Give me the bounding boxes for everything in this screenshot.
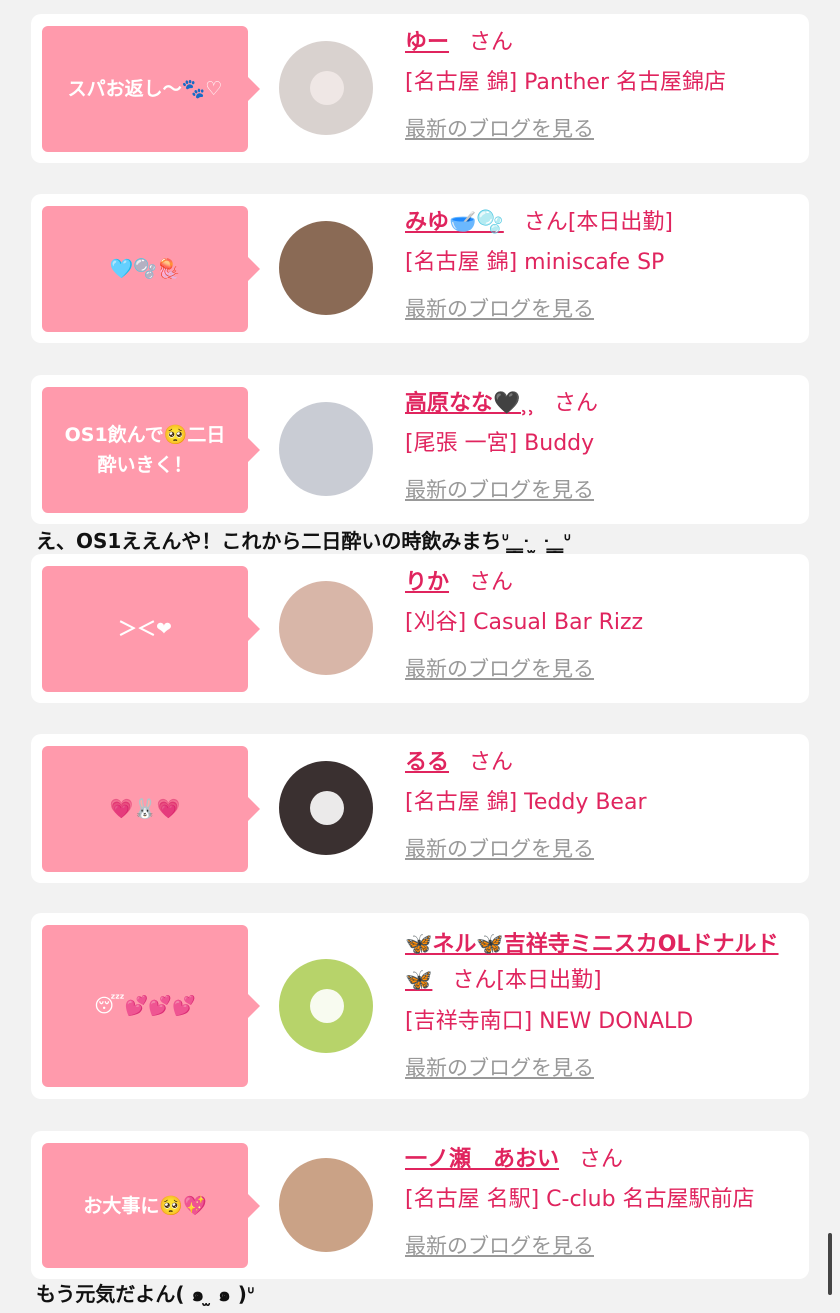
name-line: りか さん bbox=[405, 568, 795, 598]
name-line: るる さん bbox=[405, 748, 795, 778]
cast-name-link[interactable]: りか bbox=[405, 570, 449, 595]
shop-name: [名古屋 名駅] C-club 名古屋駅前店 bbox=[405, 1187, 755, 1212]
message-bubble: スパお返し〜🐾♡ bbox=[42, 26, 260, 152]
cast-name-link[interactable]: みゆ🥣🫧 bbox=[405, 210, 504, 235]
cast-name-link[interactable]: るる bbox=[405, 750, 449, 775]
name-line: 高原なな🖤⸒⸒ さん bbox=[405, 389, 795, 419]
recommend-card: 😴💕💕💕 🦋ネル🦋吉祥寺ミニスカOLドナルド🦋 さん[本日出勤] [吉祥寺南口] … bbox=[31, 913, 809, 1099]
blog-link[interactable]: 最新のブログを見る bbox=[405, 654, 594, 684]
shop-name: [名古屋 錦] Teddy Bear bbox=[405, 790, 647, 815]
recommend-card: スパお返し〜🐾♡ ゆー さん [名古屋 錦] Panther 名古屋錦店 最新のブ… bbox=[31, 14, 809, 163]
cast-name-link[interactable]: 高原なな🖤⸒⸒ bbox=[405, 391, 534, 416]
blog-link[interactable]: 最新のブログを見る bbox=[405, 114, 594, 144]
name-line: 🦋ネル🦋吉祥寺ミニスカOLドナルド🦋 さん[本日出勤] bbox=[405, 927, 785, 999]
recommend-card: 💗🐰💗 るる さん [名古屋 錦] Teddy Bear 最新のブログを見る bbox=[31, 734, 809, 883]
recommend-card: 🩵🫧🪼 みゆ🥣🫧 さん[本日出勤] [名古屋 錦] miniscafe SP 最新… bbox=[31, 194, 809, 343]
recommend-card: OS1飲んで🥺二日 酔いきく！ 高原なな🖤⸒⸒ さん [尾張 一宮] Buddy … bbox=[31, 375, 809, 524]
heart-sticker bbox=[310, 989, 344, 1023]
cast-info: 高原なな🖤⸒⸒ さん [尾張 一宮] Buddy 最新のブログを見る bbox=[405, 389, 795, 505]
face-blur bbox=[310, 71, 344, 105]
blog-link[interactable]: 最新のブログを見る bbox=[405, 834, 594, 864]
shop-name: [尾張 一宮] Buddy bbox=[405, 431, 595, 456]
honorific: さん bbox=[579, 1147, 624, 1172]
name-line: みゆ🥣🫧 さん[本日出勤] bbox=[405, 208, 795, 238]
blog-link[interactable]: 最新のブログを見る bbox=[405, 1231, 594, 1261]
message-bubble: 😴💕💕💕 bbox=[42, 925, 260, 1087]
avatar[interactable] bbox=[279, 1158, 373, 1252]
message-bubble: 💗🐰💗 bbox=[42, 746, 260, 872]
avatar[interactable] bbox=[279, 221, 373, 315]
message-bubble: ＞＜❤ bbox=[42, 566, 260, 692]
honorific: さん bbox=[554, 391, 599, 416]
recommend-card: お大事に🥺💖 一ノ瀬 あおい さん [名古屋 名駅] C-club 名古屋駅前店 … bbox=[31, 1131, 809, 1279]
status-label: [本日出勤] bbox=[567, 210, 673, 235]
cast-name-link[interactable]: ゆー bbox=[405, 30, 449, 55]
cast-info: みゆ🥣🫧 さん[本日出勤] [名古屋 錦] miniscafe SP 最新のブログ… bbox=[405, 208, 795, 324]
name-line: 一ノ瀬 あおい さん bbox=[405, 1145, 795, 1175]
shop-name: [名古屋 錦] miniscafe SP bbox=[405, 250, 665, 275]
scrollbar[interactable] bbox=[828, 1233, 832, 1295]
avatar[interactable] bbox=[279, 41, 373, 135]
honorific: さん bbox=[523, 210, 568, 235]
shop-name: [名古屋 錦] Panther 名古屋錦店 bbox=[405, 70, 726, 95]
cast-info: 一ノ瀬 あおい さん [名古屋 名駅] C-club 名古屋駅前店 最新のブログを… bbox=[405, 1145, 795, 1261]
blog-link[interactable]: 最新のブログを見る bbox=[405, 1053, 594, 1083]
name-line: ゆー さん bbox=[405, 28, 795, 58]
honorific: さん bbox=[469, 30, 514, 55]
honorific: さん bbox=[469, 750, 514, 775]
cast-info: るる さん [名古屋 錦] Teddy Bear 最新のブログを見る bbox=[405, 748, 795, 864]
shop-name: [刈谷] Casual Bar Rizz bbox=[405, 610, 644, 635]
avatar[interactable] bbox=[279, 761, 373, 855]
avatar[interactable] bbox=[279, 581, 373, 675]
shop-name: [吉祥寺南口] NEW DONALD bbox=[405, 1009, 694, 1034]
heart-sticker bbox=[310, 791, 344, 825]
message-bubble: OS1飲んで🥺二日 酔いきく！ bbox=[42, 387, 260, 513]
recommend-card: ＞＜❤ りか さん [刈谷] Casual Bar Rizz 最新のブログを見る bbox=[31, 554, 809, 703]
blog-link[interactable]: 最新のブログを見る bbox=[405, 294, 594, 324]
honorific: さん bbox=[452, 968, 497, 993]
message-bubble: お大事に🥺💖 bbox=[42, 1143, 260, 1268]
cast-name-link[interactable]: 一ノ瀬 あおい bbox=[405, 1147, 559, 1172]
avatar[interactable] bbox=[279, 402, 373, 496]
blog-link[interactable]: 最新のブログを見る bbox=[405, 475, 594, 505]
cast-info: りか さん [刈谷] Casual Bar Rizz 最新のブログを見る bbox=[405, 568, 795, 684]
status-label: [本日出勤] bbox=[496, 968, 602, 993]
avatar[interactable] bbox=[279, 959, 373, 1053]
honorific: さん bbox=[469, 570, 514, 595]
user-comment: もう元気だよん( ๑ ̫ ๑ )ᐡ bbox=[36, 1282, 255, 1306]
cast-info: 🦋ネル🦋吉祥寺ミニスカOLドナルド🦋 さん[本日出勤] [吉祥寺南口] NEW D… bbox=[405, 927, 795, 1083]
user-comment: え、OS1ええんや！これから二日酔いの時飲みまちᐡ ̳ ̳ᐧ ̫ ᐧ ̳ ̳ᐡ bbox=[36, 529, 572, 553]
message-bubble: 🩵🫧🪼 bbox=[42, 206, 260, 332]
cast-info: ゆー さん [名古屋 錦] Panther 名古屋錦店 最新のブログを見る bbox=[405, 28, 795, 144]
